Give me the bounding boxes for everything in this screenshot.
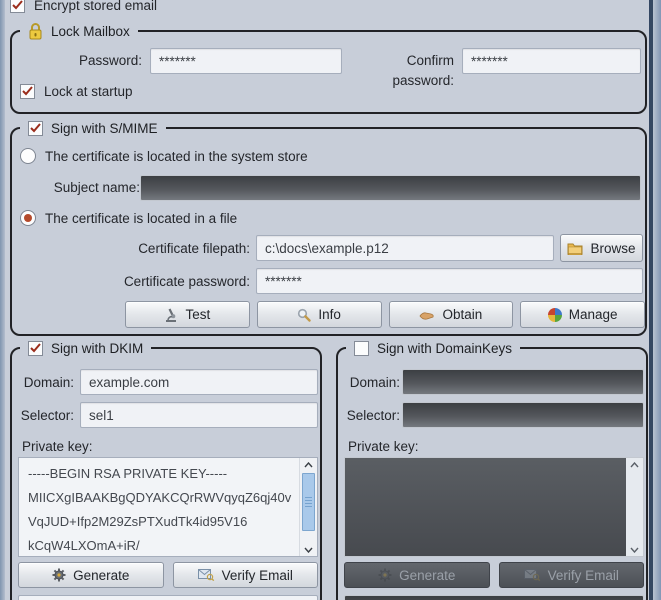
- dkim-extra-field-cutoff[interactable]: [18, 595, 318, 600]
- dkim-scrollbar-thumb[interactable]: [302, 473, 315, 531]
- domainkeys-title: Sign with DomainKeys: [377, 340, 513, 356]
- domainkeys-generate-button-disabled: Generate: [344, 562, 490, 588]
- confirm-password-label: Confirm password:: [392, 53, 454, 88]
- scroll-down-arrow-icon: [626, 543, 643, 556]
- dkim-selector-label: Selector:: [20, 408, 74, 423]
- folder-icon: [567, 243, 583, 255]
- lock-mailbox-group: Lock Mailbox Password: Confirm password:…: [10, 19, 647, 114]
- gear-icon: [378, 568, 392, 582]
- email-magnifier-icon: [197, 569, 214, 581]
- encrypt-stored-email-checkbox[interactable]: [10, 0, 25, 13]
- domainkeys-group: Sign with DomainKeys Domain: Selector: P…: [336, 336, 648, 600]
- window-left-edge: [0, 0, 5, 600]
- gear-icon: [52, 568, 66, 582]
- scroll-down-arrow-icon[interactable]: [300, 543, 317, 556]
- domainkeys-private-key-textarea-disabled: [344, 457, 644, 557]
- checkmark-icon: [12, 0, 23, 10]
- dkim-scrollbar[interactable]: [299, 458, 317, 556]
- email-magnifier-icon: [523, 569, 540, 581]
- subject-name-label: Subject name:: [53, 180, 140, 195]
- padlock-icon: [29, 23, 42, 40]
- microscope-icon: [166, 308, 177, 322]
- sign-with-smime-checkbox[interactable]: [28, 120, 43, 136]
- obtain-button[interactable]: Obtain: [388, 301, 514, 328]
- domainkeys-selector-field-disabled: [402, 402, 644, 428]
- encrypt-stored-email-row[interactable]: Encrypt stored email: [10, 0, 157, 14]
- password-label: Password:: [78, 53, 142, 68]
- hand-icon: [419, 311, 435, 320]
- domainkeys-verify-email-label: Verify Email: [547, 567, 619, 583]
- domainkeys-scrollbar: [626, 458, 643, 556]
- cert-file-label: The certificate is located in a file: [45, 210, 238, 226]
- scroll-up-arrow-icon[interactable]: [300, 458, 317, 471]
- email-security-settings-panel: Encrypt stored email Lock Mailbox Passwo…: [0, 0, 661, 600]
- dkim-legend[interactable]: Sign with DKIM: [20, 336, 152, 360]
- checkmark-icon: [30, 123, 41, 133]
- checkmark-icon: [30, 343, 41, 353]
- test-button[interactable]: Test: [125, 301, 250, 328]
- dkim-private-key-text: -----BEGIN RSA PRIVATE KEY----- MIICXgIB…: [28, 466, 292, 553]
- checkmark-icon: [22, 86, 33, 96]
- confirm-password-input[interactable]: [462, 48, 641, 74]
- test-button-label: Test: [185, 307, 211, 322]
- dkim-generate-button[interactable]: Generate: [18, 562, 164, 588]
- subject-name-field-disabled: [140, 175, 641, 201]
- smime-buttons-row: Test Info Obtain Manage: [125, 301, 645, 328]
- dkim-private-key-textarea[interactable]: -----BEGIN RSA PRIVATE KEY----- MIICXgIB…: [18, 457, 318, 557]
- domainkeys-generate-label: Generate: [399, 567, 456, 583]
- smime-title: Sign with S/MIME: [51, 120, 158, 136]
- dkim-verify-email-label: Verify Email: [221, 567, 293, 583]
- domainkeys-domain-field-disabled: [402, 369, 644, 395]
- scroll-up-arrow-icon: [626, 458, 643, 471]
- sign-with-domainkeys-checkbox[interactable]: [354, 340, 369, 356]
- dkim-group: Sign with DKIM Domain: Selector: Private…: [10, 336, 322, 600]
- smime-legend[interactable]: Sign with S/MIME: [20, 116, 166, 140]
- dkim-verify-email-button[interactable]: Verify Email: [172, 562, 318, 588]
- magnifier-icon: [298, 308, 312, 322]
- domainkeys-verify-email-button-disabled: Verify Email: [498, 562, 644, 588]
- lock-mailbox-legend: Lock Mailbox: [20, 19, 138, 43]
- encrypt-stored-email-label: Encrypt stored email: [34, 0, 158, 13]
- certificate-filepath-label: Certificate filepath:: [138, 241, 250, 256]
- domainkeys-domain-label: Domain:: [349, 375, 400, 390]
- pie-chart-icon: [547, 307, 562, 322]
- dkim-domain-input[interactable]: [80, 369, 318, 395]
- dkim-buttons-row: Generate Verify Email: [18, 562, 318, 588]
- dkim-title: Sign with DKIM: [51, 340, 144, 356]
- smime-group: Sign with S/MIME The certificate is loca…: [10, 116, 647, 336]
- lock-at-startup-row[interactable]: Lock at startup: [20, 82, 133, 100]
- dkim-generate-label: Generate: [73, 567, 130, 583]
- cert-system-store-radio[interactable]: [20, 148, 36, 164]
- cert-system-store-label: The certificate is located in the system…: [45, 148, 308, 164]
- domainkeys-private-key-text: [345, 458, 626, 556]
- browse-button[interactable]: Browse: [560, 234, 643, 262]
- cert-system-store-radio-row[interactable]: The certificate is located in the system…: [20, 147, 308, 165]
- manage-button[interactable]: Manage: [520, 301, 645, 328]
- lock-mailbox-title: Lock Mailbox: [51, 23, 130, 39]
- lock-at-startup-label: Lock at startup: [44, 83, 133, 99]
- info-button[interactable]: Info: [256, 301, 382, 328]
- dkim-domain-label: Domain:: [23, 375, 74, 390]
- dkim-private-key-label: Private key:: [22, 439, 93, 454]
- window-right-edge: [653, 0, 661, 600]
- domainkeys-selector-label: Selector:: [346, 408, 400, 423]
- obtain-button-label: Obtain: [442, 307, 483, 322]
- lock-at-startup-checkbox[interactable]: [20, 83, 35, 99]
- sign-with-dkim-checkbox[interactable]: [28, 340, 43, 356]
- certificate-filepath-input[interactable]: [256, 235, 554, 261]
- domainkeys-extra-field-cutoff: [344, 595, 644, 600]
- certificate-password-input[interactable]: [256, 268, 643, 294]
- certificate-password-label: Certificate password:: [123, 274, 250, 289]
- domainkeys-buttons-row: Generate Verify Email: [344, 562, 644, 588]
- cert-file-radio-row[interactable]: The certificate is located in a file: [20, 209, 237, 227]
- password-input[interactable]: [150, 48, 342, 74]
- domainkeys-private-key-label: Private key:: [348, 439, 419, 454]
- browse-button-label: Browse: [590, 240, 636, 256]
- cert-file-radio[interactable]: [20, 210, 36, 226]
- manage-button-label: Manage: [568, 307, 618, 322]
- dkim-selector-input[interactable]: [80, 402, 318, 428]
- domainkeys-legend[interactable]: Sign with DomainKeys: [346, 336, 521, 360]
- info-button-label: Info: [318, 307, 341, 322]
